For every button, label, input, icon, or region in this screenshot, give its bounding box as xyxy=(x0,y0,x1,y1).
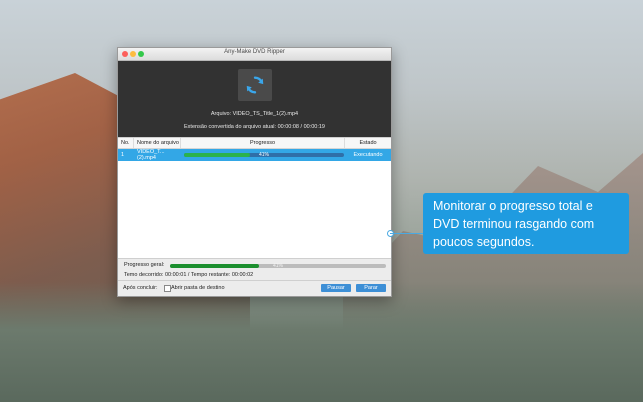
column-header-progress[interactable]: Progresso xyxy=(181,138,345,148)
column-header-filename[interactable]: Nome do arquivo xyxy=(134,138,181,148)
overall-progress-bar: 41% xyxy=(170,263,386,269)
open-folder-label[interactable]: Abrir pasta de destino xyxy=(171,285,225,291)
overall-progress-section: Progresso geral: 41% Temo decorrido: 00:… xyxy=(118,258,391,280)
overall-progress-percent: 41% xyxy=(272,263,283,269)
current-file-label: Arquivo: VIDEO_TS_Title_1(2).mp4 xyxy=(210,111,299,117)
after-complete-label: Após concluir: xyxy=(123,285,158,291)
overall-progress-label: Progresso geral: xyxy=(124,262,165,268)
row-progress-label: 41% xyxy=(258,152,269,158)
row-progress-cell: 41% xyxy=(181,149,345,161)
app-window: Any-Make DVD Ripper Arquivo: VIDEO_TS_Ti… xyxy=(117,47,392,297)
current-file-duration: Extensão convertida do arquivo atual: 00… xyxy=(184,124,325,130)
row-state: Executando xyxy=(353,152,383,158)
table-row[interactable]: 1 VIDEO_T...(2).mp4 41% Executando xyxy=(118,149,391,161)
background-forest xyxy=(0,282,643,402)
row-progress-bar: 41% xyxy=(184,152,344,158)
time-elapsed-remaining: Temo decorrido: 00:00:01 / Tempo restant… xyxy=(124,272,254,278)
window-title: Any-Make DVD Ripper xyxy=(224,49,285,55)
title-bar: Any-Make DVD Ripper xyxy=(118,48,391,61)
feature-callout: Monitorar o progresso total e DVD termin… xyxy=(423,193,629,254)
row-number: 1 xyxy=(121,152,125,158)
column-header-no[interactable]: No. xyxy=(118,138,134,148)
callout-connector xyxy=(390,233,424,234)
open-folder-checkbox[interactable] xyxy=(164,285,171,292)
stop-button[interactable]: Parar xyxy=(356,284,386,292)
convert-refresh-icon xyxy=(238,69,272,101)
column-header-state[interactable]: Estado xyxy=(345,138,391,148)
pause-button[interactable]: Pausar xyxy=(321,284,351,292)
task-table: No. Nome do arquivo Progresso Estado 1 V… xyxy=(118,137,391,259)
table-header: No. Nome do arquivo Progresso Estado xyxy=(118,138,391,149)
row-filename: VIDEO_T...(2).mp4 xyxy=(137,149,165,161)
conversion-header: Arquivo: VIDEO_TS_Title_1(2).mp4 Extensã… xyxy=(118,61,391,138)
footer-bar: Após concluir: Abrir pasta de destino Pa… xyxy=(118,280,391,297)
